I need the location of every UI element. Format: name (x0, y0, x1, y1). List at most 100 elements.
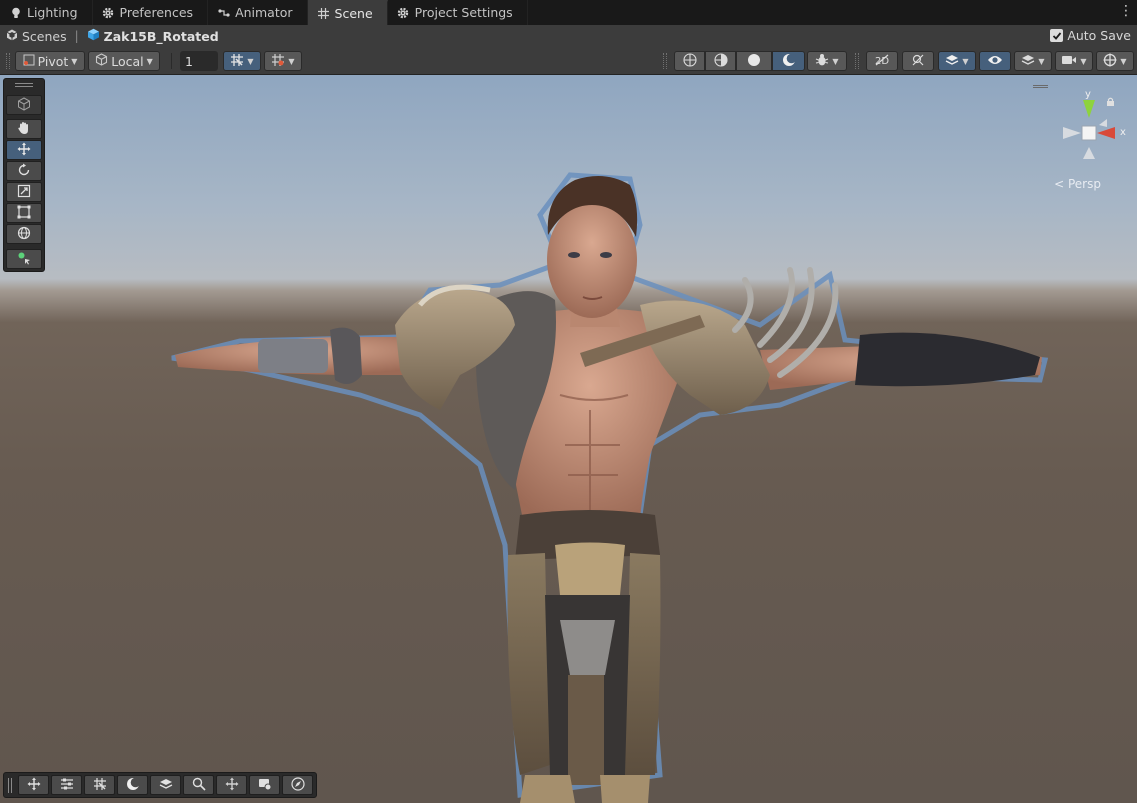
grid-snap-value: 1 (185, 53, 193, 69)
layers-overlay-button[interactable] (150, 775, 181, 795)
chevron-down-icon: ▼ (1038, 56, 1045, 66)
wireframe-sphere-icon (682, 52, 697, 70)
snap-settings-dropdown[interactable]: ▼ (264, 51, 302, 71)
scene-viewport[interactable]: y x < Persp (0, 75, 1137, 803)
auto-save-checkbox[interactable] (1050, 29, 1064, 42)
scene-camera-dropdown[interactable]: ▼ (1055, 51, 1093, 71)
layers-dropdown[interactable]: ▼ (1014, 51, 1052, 71)
grid-visibility-dropdown[interactable]: ▼ (223, 51, 261, 71)
grid-snap-icon (230, 53, 244, 70)
move-tool-button[interactable] (6, 140, 42, 160)
scale-tool-button[interactable] (6, 182, 42, 202)
grid-snap-increment-input[interactable]: 1 (180, 51, 218, 71)
toggle-2d-view-button[interactable]: 2D (866, 51, 898, 71)
shaded-button[interactable] (736, 51, 772, 71)
gear-icon (102, 6, 115, 19)
move-arrows-icon (27, 777, 41, 794)
tab-animator[interactable]: Animator (208, 0, 308, 25)
y-axis-cone[interactable] (1083, 100, 1095, 118)
grid-snapping-button[interactable] (84, 775, 115, 795)
tab-lighting[interactable]: Lighting (0, 0, 93, 25)
more-options-icon[interactable]: ⋮ (1119, 4, 1133, 20)
solid-sphere-icon (747, 53, 761, 70)
light-toggle-icon (911, 53, 925, 70)
rotate-icon (17, 163, 31, 180)
gizmos-dropdown[interactable]: ▼ (1096, 51, 1134, 71)
overlay-grip[interactable] (8, 778, 12, 793)
tab-preferences[interactable]: Preferences (93, 0, 209, 25)
space-label: Local (111, 53, 144, 69)
neg-x-axis-cone[interactable] (1063, 127, 1081, 139)
move-handles-button[interactable] (216, 775, 247, 795)
eye-icon (987, 54, 1003, 69)
chevron-down-icon: ▼ (1080, 56, 1087, 66)
y-axis-label: y (1085, 89, 1091, 100)
projection-toggle[interactable]: < Persp (1054, 177, 1101, 191)
wireframe-shading-button[interactable] (674, 51, 705, 71)
draw-mode-button[interactable] (117, 775, 148, 795)
gizmo-globe-icon (1103, 53, 1117, 70)
search-overlay-button[interactable] (183, 775, 214, 795)
bug-icon (815, 53, 829, 70)
tab-project-settings[interactable]: Project Settings (388, 0, 528, 25)
pivot-icon (23, 54, 35, 69)
navigation-overlay-button[interactable] (282, 775, 313, 795)
breadcrumb-scenes[interactable]: Scenes (6, 29, 67, 44)
breadcrumb-prefab[interactable]: Zak15B_Rotated (87, 28, 219, 44)
view-tool-button[interactable] (6, 95, 42, 115)
local-space-cube-icon (95, 53, 108, 69)
tool-palette (3, 78, 45, 272)
character-model[interactable] (0, 75, 1137, 803)
shaded-wireframe-button[interactable] (705, 51, 736, 71)
moon-icon (782, 53, 796, 70)
tab-scene[interactable]: Scene (307, 0, 388, 25)
hand-tool-button[interactable] (6, 119, 42, 139)
auto-save-label: Auto Save (1067, 28, 1131, 43)
toolbar-grip[interactable] (855, 53, 859, 69)
transform-globe-icon (17, 226, 31, 243)
z-axis-cone[interactable] (1099, 119, 1107, 127)
move-overlay-button[interactable] (18, 775, 49, 795)
chevron-down-icon: ▼ (832, 56, 839, 66)
grid-icon (317, 7, 330, 20)
scene-visibility-button[interactable] (979, 51, 1011, 71)
custom-tool-button[interactable] (6, 249, 42, 269)
sliders-icon (60, 777, 74, 794)
layers-effects-icon (945, 53, 959, 70)
toolbar-grip[interactable] (6, 53, 10, 69)
pivot-mode-dropdown[interactable]: Pivot ▼ (15, 51, 85, 71)
gizmo-center-cube[interactable] (1081, 125, 1097, 141)
breadcrumb-separator: | (74, 29, 79, 43)
prefab-cube-icon (87, 28, 100, 44)
orientation-gizmo[interactable]: y x (1037, 75, 1137, 193)
x-axis-cone[interactable] (1097, 127, 1115, 139)
palette-grip[interactable] (15, 83, 33, 87)
tab-label: Preferences (119, 5, 194, 20)
2d-toggle-icon: 2D (874, 53, 890, 70)
auto-save-toggle[interactable]: Auto Save (1050, 28, 1131, 43)
search-icon (192, 777, 206, 794)
tab-label: Animator (235, 5, 293, 20)
neg-y-axis-cone[interactable] (1083, 147, 1095, 159)
x-axis-label: x (1120, 127, 1126, 138)
bulb-icon (9, 6, 22, 19)
cube-icon (17, 96, 31, 114)
snap-icon (271, 53, 285, 70)
rect-tool-button[interactable] (6, 203, 42, 223)
lit-shading-button[interactable] (772, 51, 805, 71)
rotate-tool-button[interactable] (6, 161, 42, 181)
space-mode-dropdown[interactable]: Local ▼ (88, 51, 160, 71)
right-eye (600, 252, 612, 258)
tool-settings-button[interactable] (51, 775, 82, 795)
toggle-scene-lighting-button[interactable] (902, 51, 934, 71)
shaded-wire-sphere-icon (713, 52, 728, 70)
tab-label: Scene (334, 6, 373, 21)
scene-effects-dropdown[interactable]: ▼ (938, 51, 976, 71)
moon-icon (126, 777, 140, 794)
move-arrows-icon (17, 142, 31, 159)
debug-draw-mode-dropdown[interactable]: ▼ (807, 51, 847, 71)
cameras-overlay-button[interactable] (249, 775, 280, 795)
toolbar-grip[interactable] (663, 53, 667, 69)
transform-tool-button[interactable] (6, 224, 42, 244)
head (547, 202, 637, 318)
